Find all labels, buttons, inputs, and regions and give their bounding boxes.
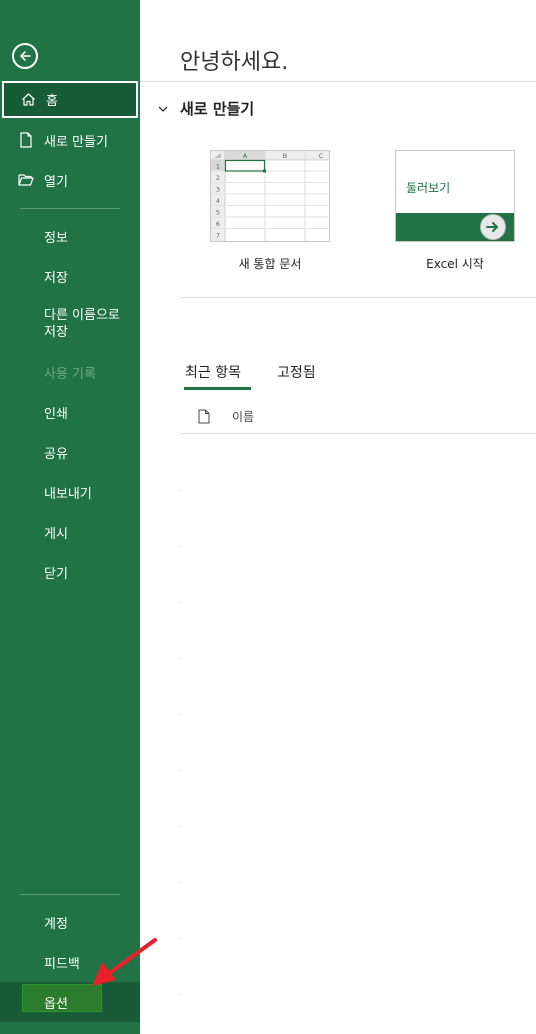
annotation-arrow-icon — [92, 938, 157, 986]
